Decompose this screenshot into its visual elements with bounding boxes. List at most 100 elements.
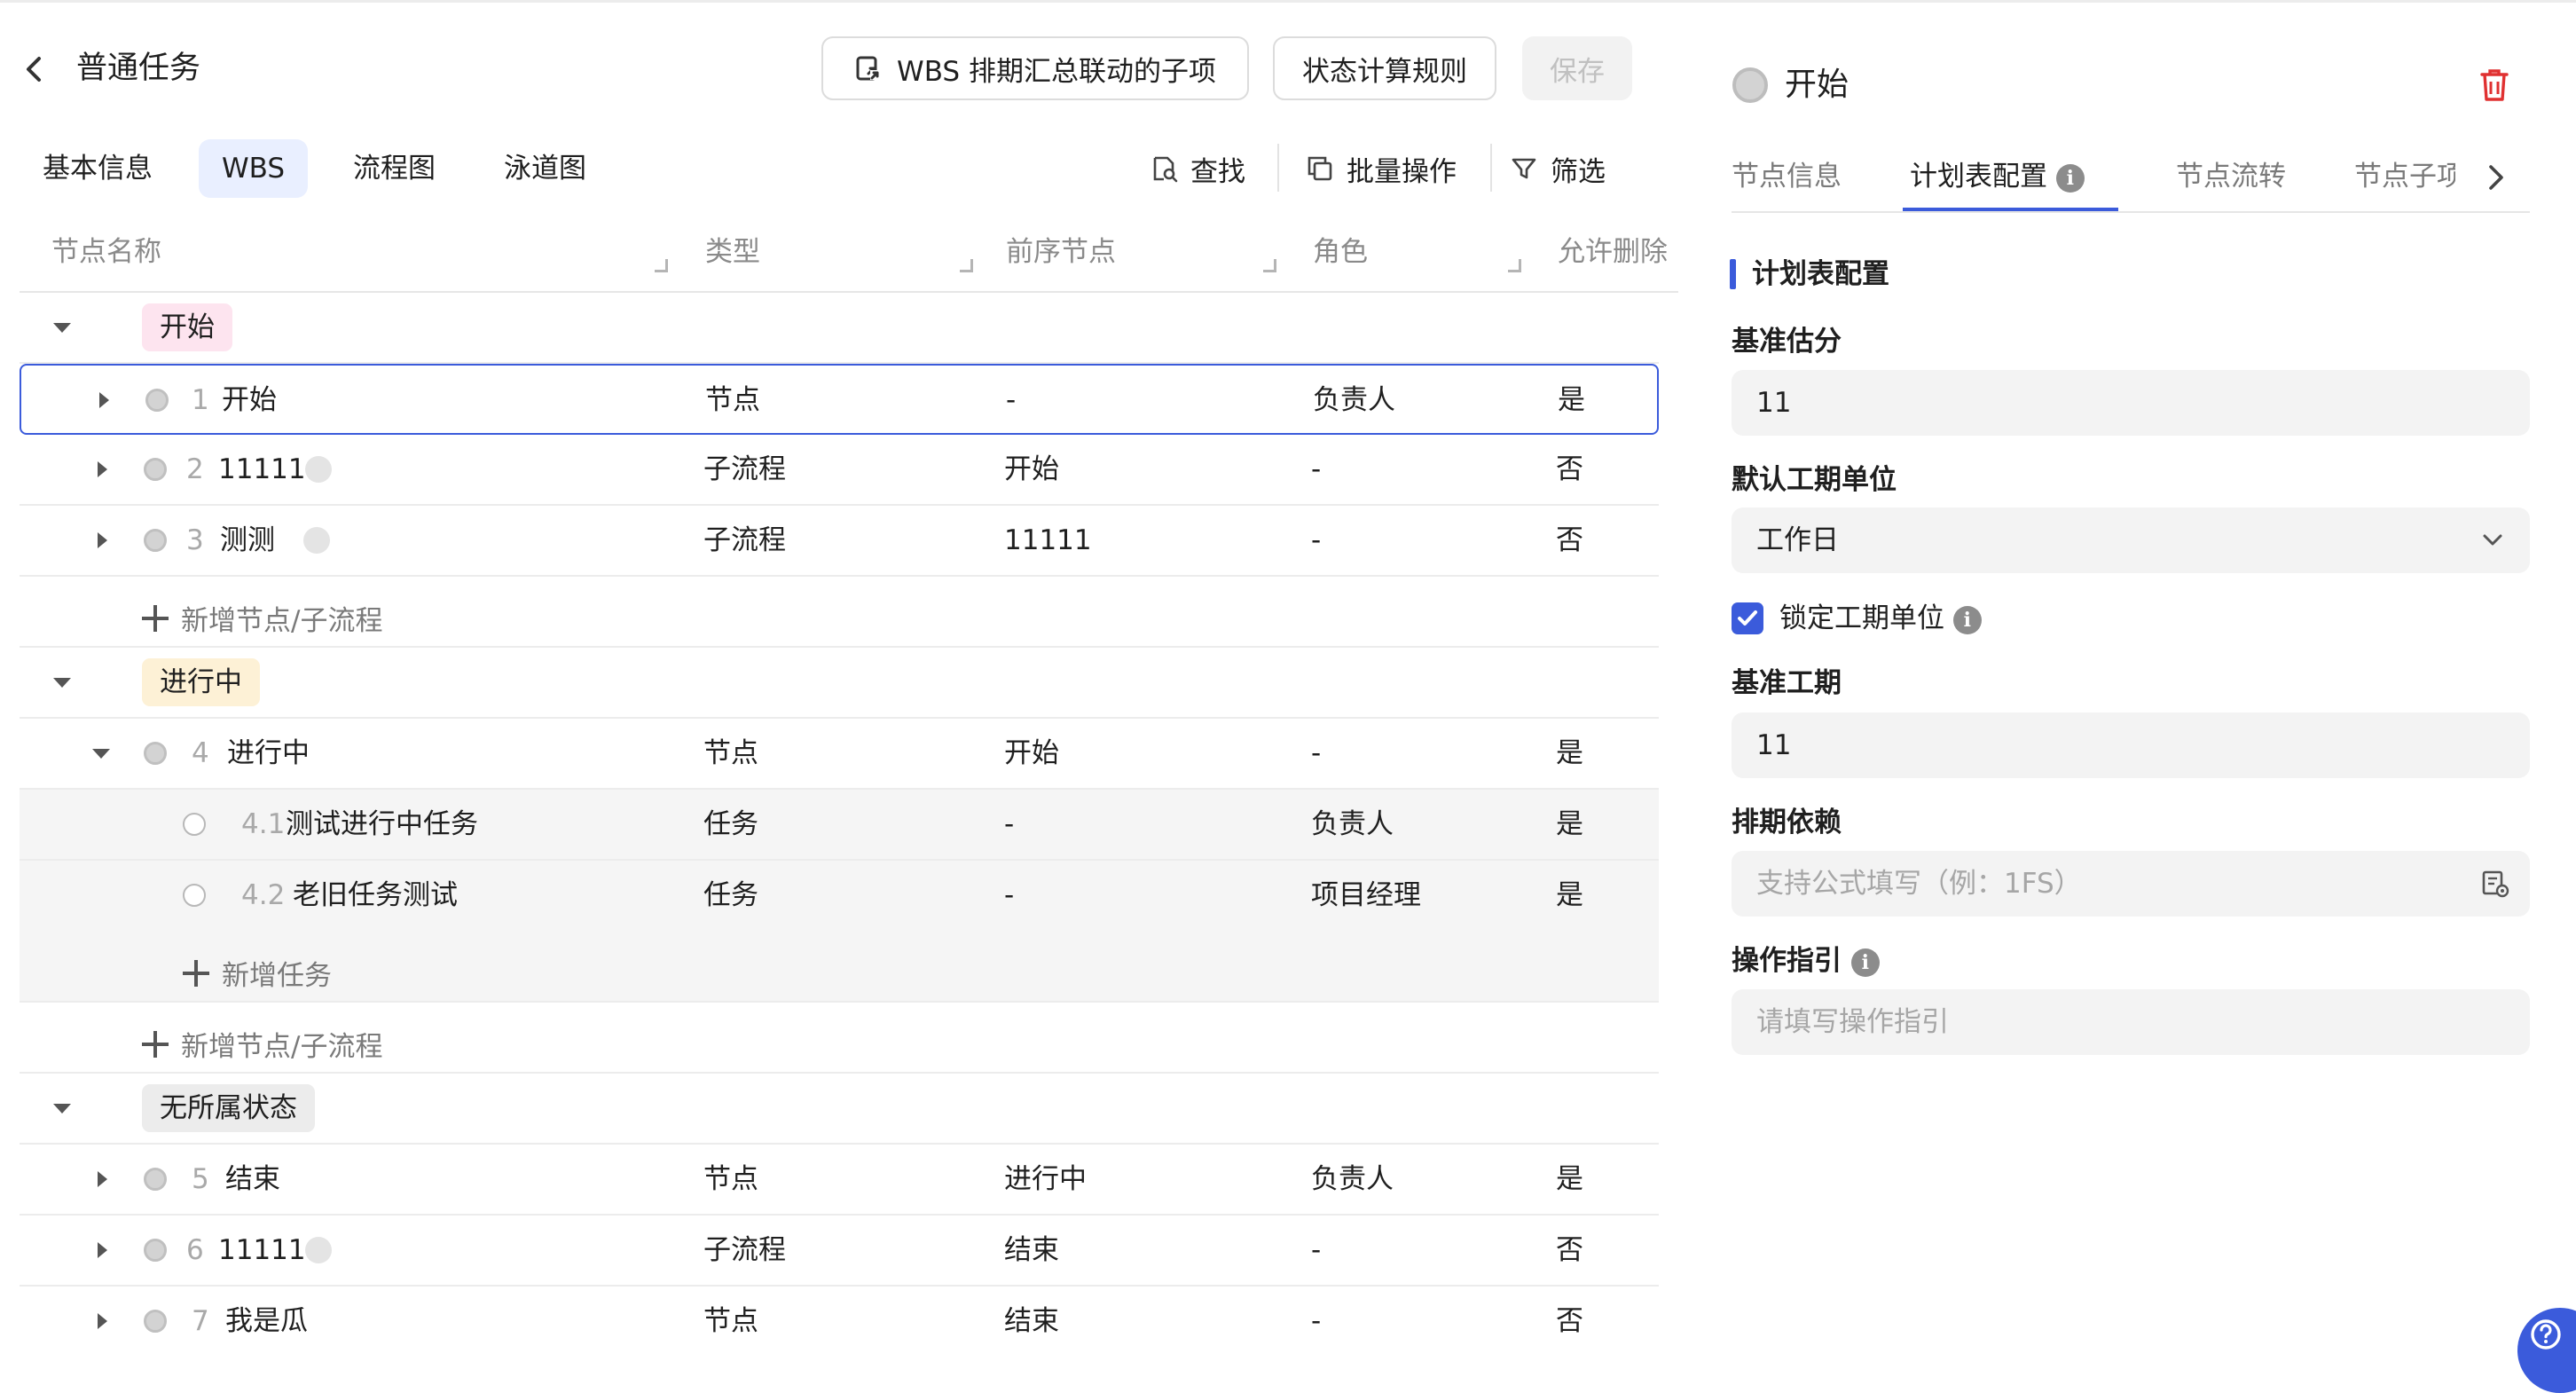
expand-caret-icon[interactable]: [98, 1313, 107, 1329]
save-button[interactable]: 保存: [1522, 36, 1632, 100]
back-chevron-icon[interactable]: [21, 51, 48, 87]
filter-funnel-icon: [1512, 158, 1536, 179]
subflow-link-icon[interactable]: [305, 456, 332, 483]
help-button[interactable]: [2517, 1308, 2576, 1393]
column-resize-handle[interactable]: [1508, 259, 1521, 272]
cell-prev-node: 进行中: [1004, 1163, 1087, 1195]
expand-caret-icon[interactable]: [98, 532, 107, 548]
dependency-input[interactable]: 支持公式填写（例：1FS）: [1732, 851, 2530, 917]
baseline-score-label: 基准估分: [1732, 326, 1842, 358]
status-tag-in-progress: 进行中: [142, 658, 260, 706]
node-name[interactable]: 测测: [220, 506, 275, 575]
find-button[interactable]: 查找: [1150, 142, 1245, 195]
expand-caret-icon[interactable]: [99, 392, 109, 408]
lock-unit-checkbox[interactable]: [1732, 602, 1763, 634]
task-name[interactable]: 老旧任务测试: [293, 861, 458, 930]
cell-deletable: 否: [1556, 1234, 1583, 1266]
guide-input[interactable]: 请填写操作指引: [1732, 989, 2530, 1055]
toolbar-divider: [1277, 144, 1279, 192]
plus-icon: [142, 1030, 169, 1058]
table-row[interactable]: 2 11111 子流程 开始 - 否: [20, 435, 1659, 506]
cell-type: 子流程: [703, 524, 786, 556]
dependency-placeholder: 支持公式填写（例：1FS）: [1756, 868, 2082, 900]
collapse-caret-icon[interactable]: [53, 1104, 71, 1114]
node-name[interactable]: 11111: [218, 435, 306, 504]
status-tag-start: 开始: [142, 303, 232, 351]
node-status-dot: [144, 1310, 167, 1333]
column-header-role[interactable]: 角色: [1313, 224, 1535, 291]
filter-label: 筛选: [1551, 155, 1606, 188]
column-resize-handle[interactable]: [1263, 259, 1276, 272]
plus-icon: [142, 604, 169, 632]
node-name[interactable]: 开始: [222, 366, 277, 435]
node-name[interactable]: 我是瓜: [225, 1287, 308, 1356]
panel-tab-node-children[interactable]: 节点子项: [2354, 154, 2455, 199]
add-node-button[interactable]: 新增节点/子流程: [142, 1024, 382, 1064]
chevron-right-icon[interactable]: [2482, 160, 2509, 195]
column-header-type[interactable]: 类型: [705, 224, 971, 291]
panel-tab-node-flow[interactable]: 节点流转: [2176, 154, 2286, 199]
group-row-start[interactable]: 开始: [20, 293, 1659, 364]
duration-unit-select[interactable]: 工作日: [1732, 508, 2530, 573]
info-icon[interactable]: i: [1850, 948, 1880, 977]
cell-deletable: 否: [1556, 524, 1583, 556]
node-name[interactable]: 11111: [218, 1216, 306, 1285]
node-name[interactable]: 结束: [225, 1145, 280, 1214]
baseline-duration-input[interactable]: 11: [1732, 712, 2530, 778]
group-row-no-status[interactable]: 无所属状态: [20, 1074, 1659, 1145]
add-node-button[interactable]: 新增节点/子流程: [142, 598, 382, 638]
node-status-dot: [145, 389, 169, 412]
table-row[interactable]: 4 进行中 节点 开始 - 是: [20, 719, 1659, 790]
collapse-caret-icon[interactable]: [53, 678, 71, 688]
column-resize-handle[interactable]: [960, 259, 973, 272]
panel-tab-plan-config[interactable]: 计划表配置 i: [1910, 154, 2085, 199]
add-task-button[interactable]: 新增任务: [183, 953, 332, 993]
info-icon[interactable]: i: [2055, 163, 2085, 193]
tab-wbs[interactable]: WBS: [199, 139, 309, 198]
collapse-caret-icon[interactable]: [92, 749, 110, 759]
table-row[interactable]: 4.1 测试进行中任务 任务 - 负责人 是: [20, 790, 1659, 861]
tab-flowchart[interactable]: 流程图: [346, 139, 443, 198]
cell-type: 节点: [703, 1305, 758, 1337]
column-header-prev-node[interactable]: 前序节点: [1006, 224, 1272, 291]
table-row[interactable]: 7 我是瓜 节点 结束 - 否: [20, 1287, 1659, 1358]
node-status-dot: [144, 1168, 167, 1191]
formula-settings-icon[interactable]: [2480, 869, 2510, 899]
column-header-node-name[interactable]: 节点名称: [51, 224, 672, 291]
cell-deletable: 否: [1556, 1305, 1583, 1337]
cell-prev-node: 11111: [1004, 524, 1092, 556]
expand-caret-icon[interactable]: [98, 1242, 107, 1258]
subflow-link-icon[interactable]: [305, 1237, 332, 1263]
duration-unit-label: 默认工期单位: [1732, 464, 1897, 496]
collapse-caret-icon[interactable]: [53, 323, 71, 333]
subflow-link-icon[interactable]: [303, 527, 330, 554]
table-row[interactable]: 6 11111 子流程 结束 - 否: [20, 1216, 1659, 1287]
wbs-linked-subitems-label: WBS 排期汇总联动的子项: [897, 55, 1216, 88]
table-row[interactable]: 4.2 老旧任务测试 任务 - 项目经理 是: [20, 861, 1659, 932]
baseline-score-input[interactable]: 11: [1732, 370, 2530, 436]
table-row[interactable]: 3 测测 子流程 11111 - 否: [20, 506, 1659, 577]
expand-caret-icon[interactable]: [98, 1171, 107, 1187]
table-row[interactable]: 5 结束 节点 进行中 负责人 是: [20, 1145, 1659, 1216]
column-header-deletable[interactable]: 允许删除: [1558, 224, 1668, 291]
info-icon[interactable]: i: [1952, 605, 1982, 634]
batch-operation-button[interactable]: 批量操作: [1306, 142, 1457, 195]
node-name[interactable]: 进行中: [227, 719, 310, 788]
cell-prev-node: 结束: [1004, 1234, 1059, 1266]
wbs-linked-subitems-button[interactable]: WBS 排期汇总联动的子项: [821, 36, 1249, 100]
panel-title: 开始: [1785, 67, 1850, 103]
trash-icon[interactable]: [2478, 67, 2510, 103]
expand-caret-icon[interactable]: [98, 461, 107, 477]
tab-basic-info[interactable]: 基本信息: [35, 139, 160, 198]
table-row[interactable]: 1 开始 节点 - 负责人 是: [20, 364, 1659, 435]
panel-tab-node-info[interactable]: 节点信息: [1732, 154, 1842, 199]
filter-button[interactable]: 筛选: [1510, 142, 1606, 195]
group-row-in-progress[interactable]: 进行中: [20, 648, 1659, 719]
status-rule-button[interactable]: 状态计算规则: [1273, 36, 1496, 100]
chevron-down-icon: [2483, 534, 2502, 546]
column-resize-handle[interactable]: [655, 259, 668, 272]
tab-swimlane[interactable]: 泳道图: [497, 139, 593, 198]
task-status-dot: [183, 813, 206, 836]
lock-unit-label: 锁定工期单位 i: [1779, 596, 1982, 641]
task-name[interactable]: 测试进行中任务: [286, 790, 478, 859]
